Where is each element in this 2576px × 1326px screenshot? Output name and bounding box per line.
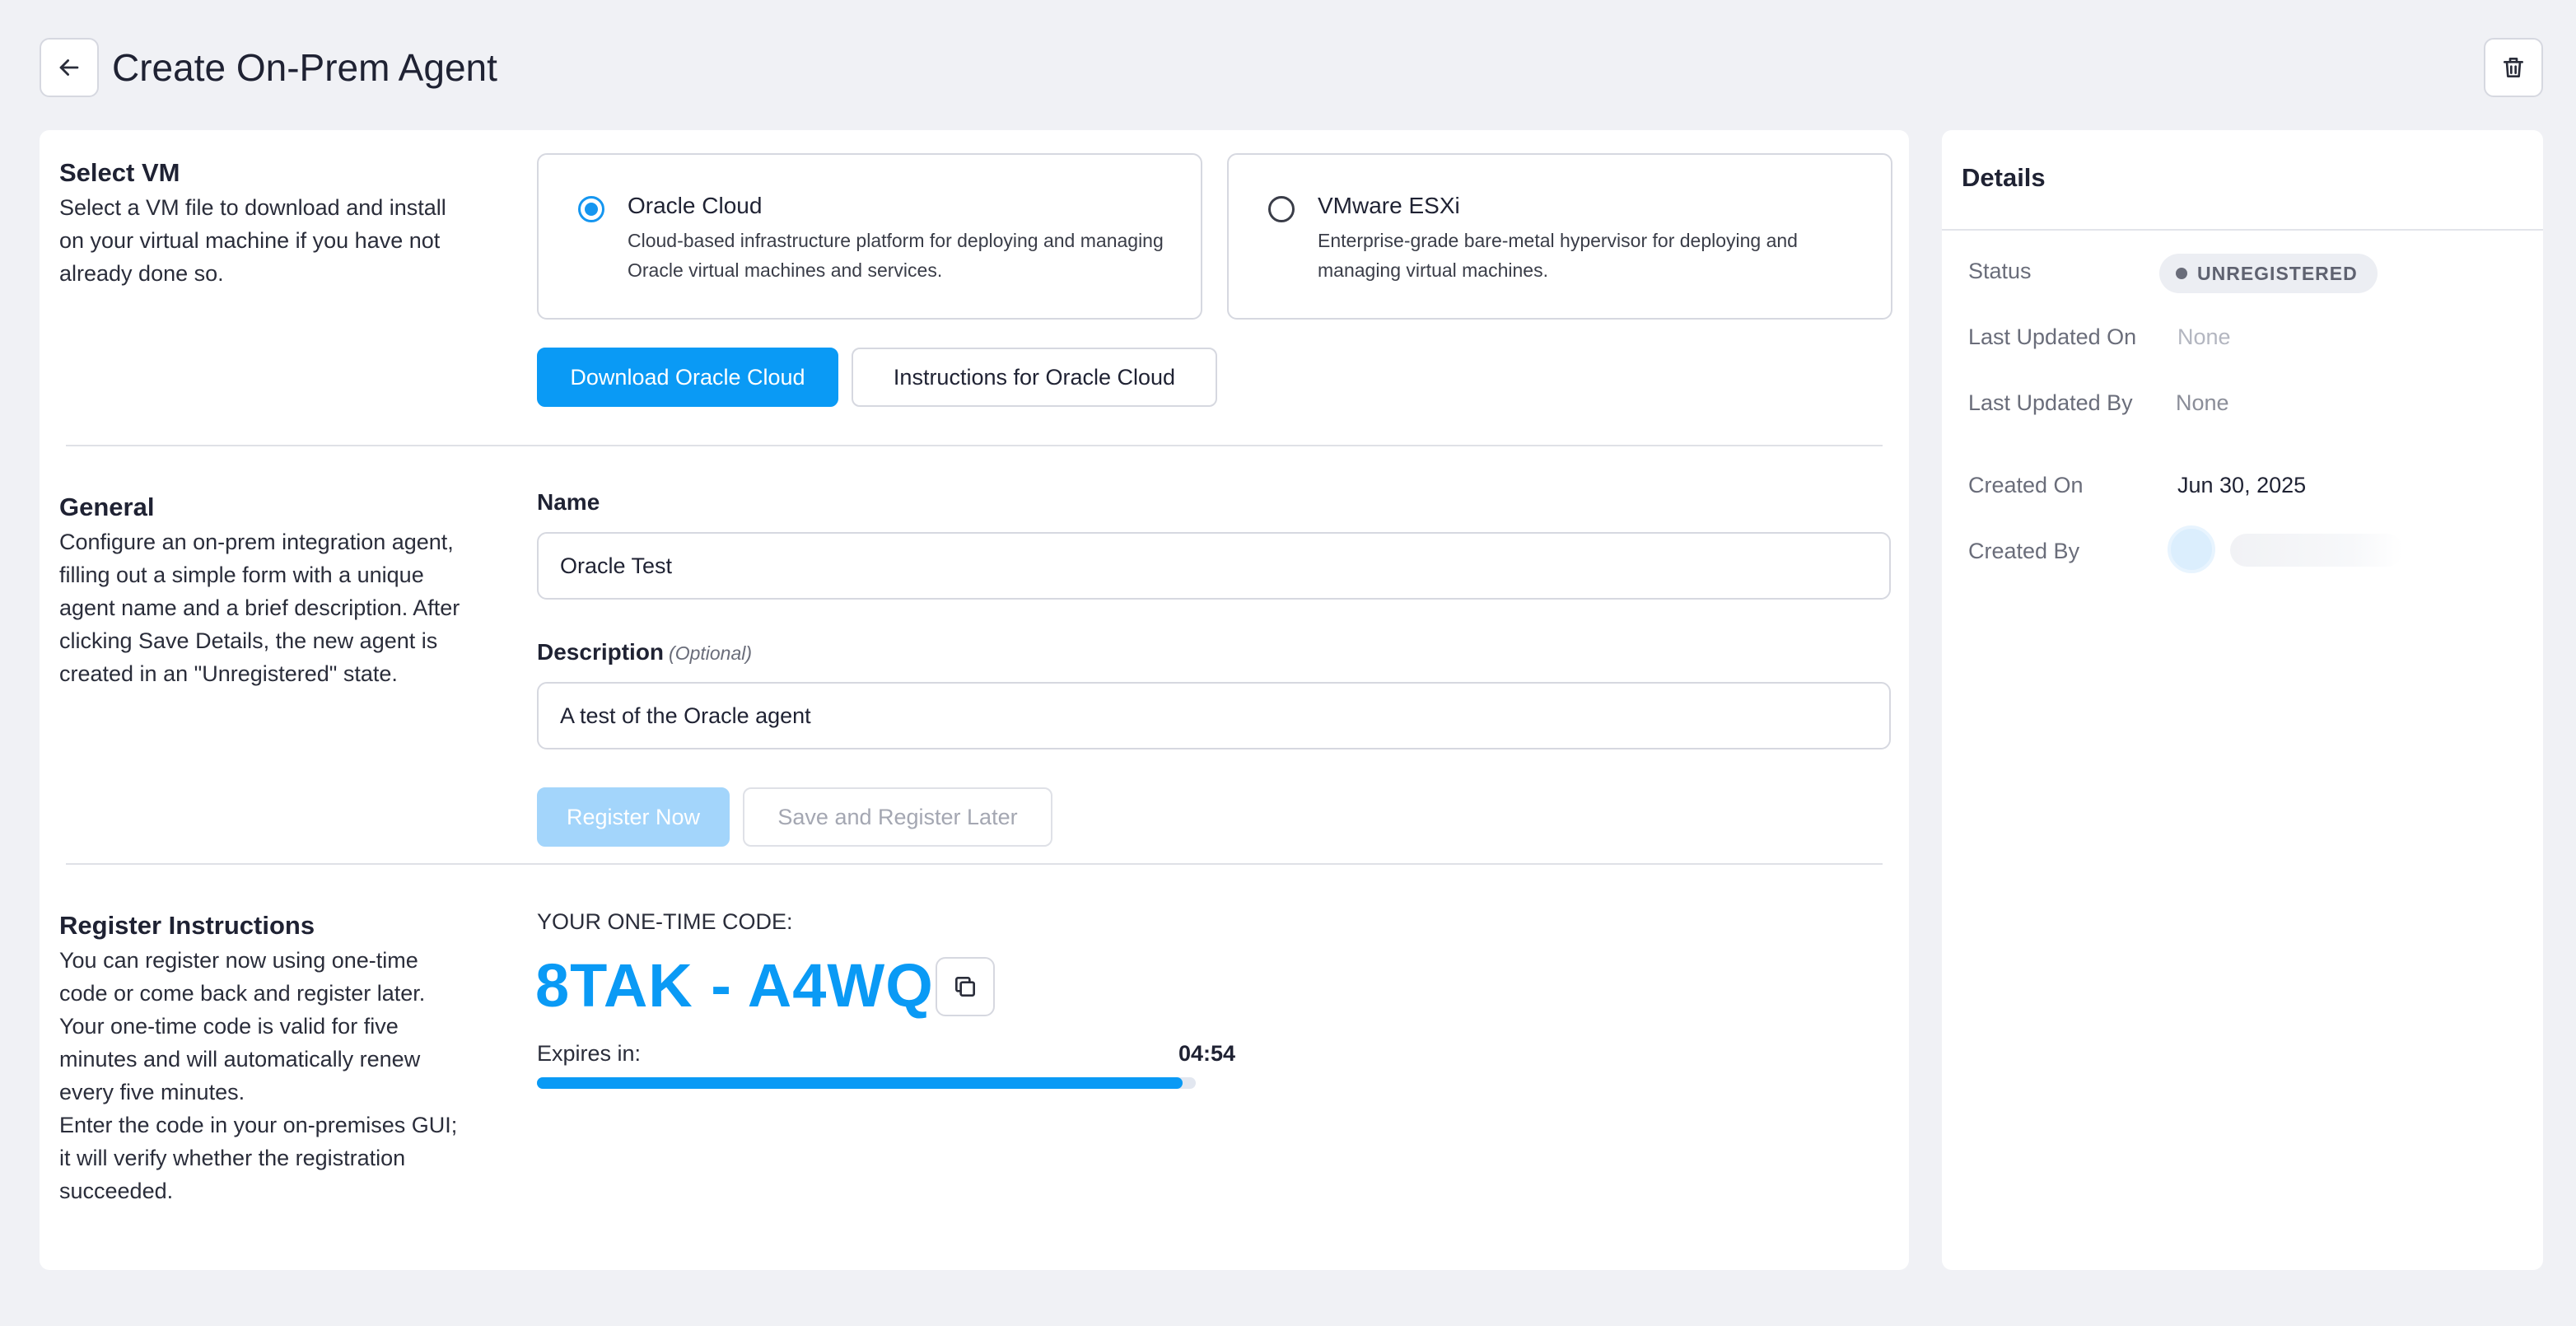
vm-option-name: VMware ESXi: [1318, 193, 1460, 218]
last-updated-on-value: None: [2177, 324, 2231, 349]
register-description-1: You can register now using one-time code…: [59, 948, 426, 1104]
status-badge: UNREGISTERED: [2159, 254, 2378, 293]
register-title: Register Instructions: [59, 911, 315, 940]
register-now-button[interactable]: Register Now: [537, 787, 730, 847]
details-title: Details: [1962, 163, 2046, 192]
save-register-later-button[interactable]: Save and Register Later: [743, 787, 1052, 847]
optional-tag: (Optional): [669, 642, 753, 664]
vmware-esxi-radio[interactable]: [1268, 196, 1295, 222]
arrow-left-icon: [59, 59, 79, 76]
status-dot-icon: [2176, 268, 2187, 279]
main-card: Select VM Select a VM file to download a…: [40, 130, 1909, 1270]
details-card: Details Status UNREGISTERED Last Updated…: [1942, 130, 2543, 1270]
download-oracle-cloud-button[interactable]: Download Oracle Cloud: [537, 348, 838, 407]
last-updated-on-label: Last Updated On: [1968, 324, 2137, 349]
select-vm-description: Select a VM file to download and install…: [59, 195, 446, 286]
vm-option-description: Cloud-based infrastructure platform for …: [628, 230, 1164, 281]
vm-option-oracle-cloud[interactable]: Oracle Cloud Cloud-based infrastructure …: [537, 153, 1202, 320]
top-bar: Create On-Prem Agent: [40, 38, 2543, 97]
expiry-progress-fill: [537, 1077, 1183, 1089]
created-on-label: Created On: [1968, 473, 2084, 497]
created-on-value: Jun 30, 2025: [2177, 473, 2307, 497]
description-input[interactable]: A test of the Oracle agent: [537, 682, 1891, 749]
register-description: You can register now using one-time code…: [59, 944, 471, 1207]
instructions-oracle-cloud-button[interactable]: Instructions for Oracle Cloud: [852, 348, 1217, 407]
register-description-2: Enter the code in your on-premises GUI; …: [59, 1113, 458, 1203]
section-divider: [66, 445, 1883, 446]
name-label: Name: [537, 489, 600, 515]
expires-label: Expires in:: [537, 1041, 642, 1066]
general-description: Configure an on-prem integration agent, …: [59, 530, 460, 686]
vm-option-description: Enterprise-grade bare-metal hypervisor f…: [1318, 230, 1798, 281]
back-button[interactable]: [40, 38, 99, 97]
status-label: Status: [1968, 259, 2032, 283]
copy-code-button[interactable]: [936, 957, 995, 1016]
vm-option-name: Oracle Cloud: [628, 193, 763, 218]
select-vm-title: Select VM: [59, 158, 180, 187]
created-by-name-redacted: [2230, 534, 2403, 567]
expires-time: 04:54: [1178, 1041, 1235, 1066]
avatar: [2168, 525, 2215, 573]
details-divider: [1942, 229, 2543, 231]
section-divider: [66, 863, 1883, 865]
expiry-progress-bar: [537, 1077, 1196, 1089]
last-updated-by-label: Last Updated By: [1968, 390, 2133, 415]
one-time-code-label: YOUR ONE-TIME CODE:: [537, 909, 793, 934]
status-value: UNREGISTERED: [2197, 262, 2358, 284]
general-title: General: [59, 493, 155, 521]
description-label-text: Description: [537, 639, 665, 665]
description-label: Description (Optional): [537, 639, 752, 665]
last-updated-by-value: None: [2176, 390, 2229, 415]
page-title: Create On-Prem Agent: [112, 46, 497, 89]
name-input[interactable]: Oracle Test: [537, 532, 1891, 600]
created-by-label: Created By: [1968, 539, 2080, 563]
trash-icon: [2504, 58, 2523, 77]
copy-icon: [955, 977, 975, 997]
oracle-cloud-radio[interactable]: [578, 196, 604, 222]
one-time-code: 8TAK - A4WQ: [535, 951, 934, 1020]
vm-option-vmware-esxi[interactable]: VMware ESXi Enterprise-grade bare-metal …: [1227, 153, 1892, 320]
delete-button[interactable]: [2484, 38, 2543, 97]
